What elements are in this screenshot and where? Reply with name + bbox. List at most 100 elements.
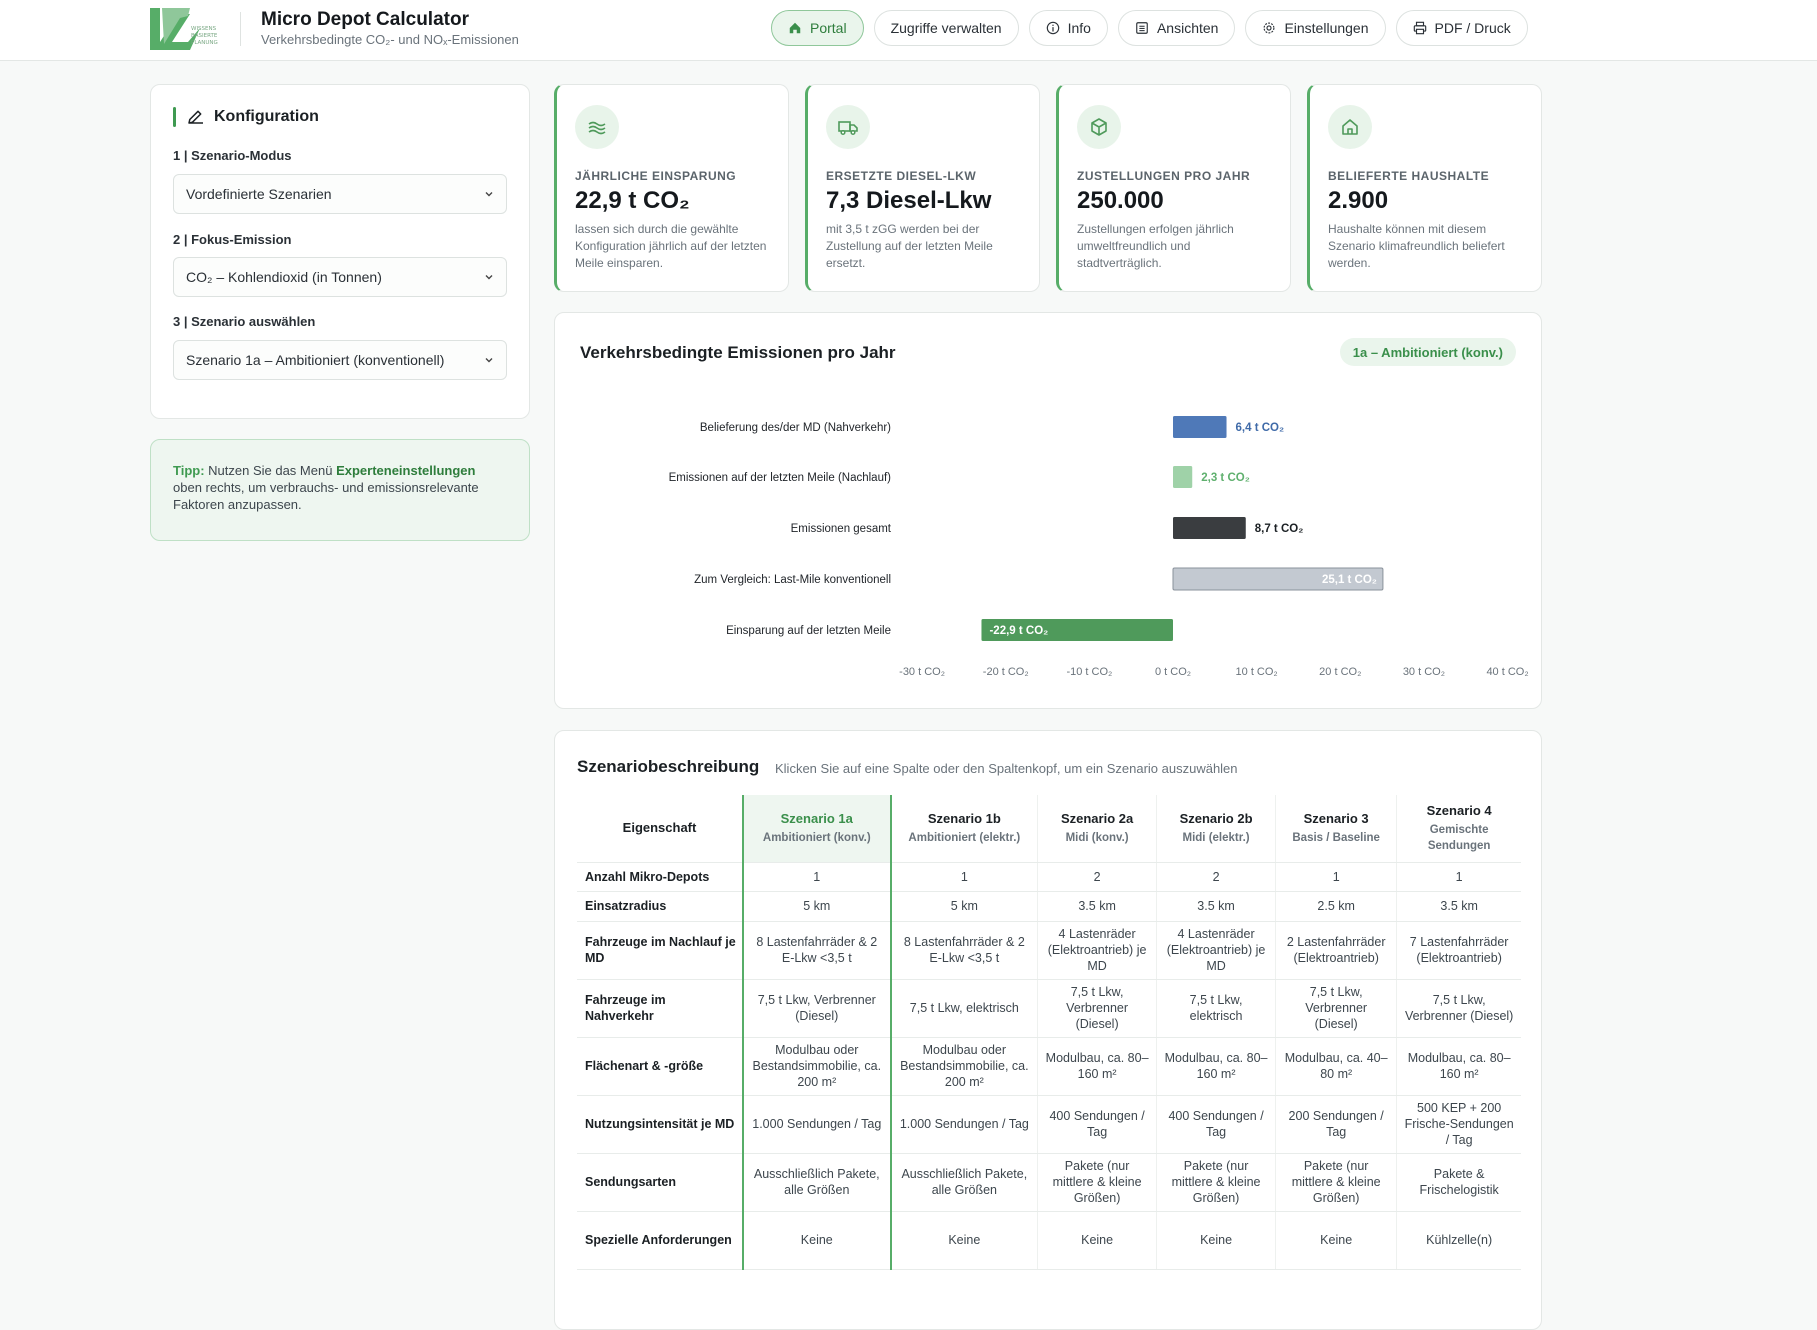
x-tick-label: 10 t CO₂ [1236,666,1278,678]
bar[interactable] [1173,466,1193,488]
scenario-cell[interactable]: 2 Lastenfahrräder (Elektroantrieb) [1275,921,1398,980]
scenario-cell[interactable]: Modulbau, ca. 80–160 m² [1156,1037,1277,1096]
scenario-column-header[interactable]: Szenario 2b Midi (elektr.) [1156,795,1277,863]
bar-value-label: -22,9 t CO₂ [989,625,1048,637]
nav-access-button[interactable]: Zugriffe verwalten [873,10,1019,46]
kpi-label: ZUSTELLUNGEN PRO JAHR [1077,169,1251,183]
x-tick-label: -30 t CO₂ [899,666,945,678]
nav-print-button[interactable]: PDF / Druck [1395,10,1528,46]
x-tick-label: -10 t CO₂ [1066,666,1112,678]
scenario-cell[interactable]: 4 Lastenräder (Elektroantrieb) je MD [1156,921,1277,980]
table-title: Szenariobeschreibung [577,757,760,776]
scenario-cell[interactable]: Keine [1275,1211,1398,1270]
scenario-cell[interactable]: 1 [742,862,892,892]
scenario-cell[interactable]: Modulbau, ca. 80–160 m² [1037,1037,1158,1096]
scenario-cell[interactable]: 7,5 t Lkw, Verbrenner (Diesel) [1275,979,1398,1038]
scenario-cell[interactable]: 7,5 t Lkw, Verbrenner (Diesel) [742,979,892,1038]
bar-value-label: 8,7 t CO₂ [1255,523,1304,535]
category-label: Einsparung auf der letzten Meile [726,625,891,637]
scenario-cell[interactable]: Keine [1156,1211,1277,1270]
bar[interactable] [1173,517,1246,539]
scenario-cell[interactable]: Modulbau, ca. 80–160 m² [1396,1037,1521,1096]
scenario-name: Szenario 1b [927,810,1001,826]
scenario-column-header[interactable]: Szenario 2a Midi (konv.) [1037,795,1158,863]
nav-views-button[interactable]: Ansichten [1117,10,1236,46]
scenario-cell[interactable]: 7,5 t Lkw, Verbrenner (Diesel) [1396,979,1521,1038]
scenario-cell[interactable]: 3.5 km [1037,891,1158,922]
bar-value-label: 2,3 t CO₂ [1201,472,1250,484]
scenario-cell[interactable]: 7 Lastenfahrräder (Elektroantrieb) [1396,921,1521,980]
scenario-cell[interactable]: 7,5 t Lkw, Verbrenner (Diesel) [1037,979,1158,1038]
table-row: Flächenart & -größe Modulbau oder Bestand… [577,1037,1521,1096]
x-tick-label: 30 t CO₂ [1403,666,1445,678]
scenario-select[interactable]: Szenario 1a – Ambitioniert (konventionel… [173,340,507,380]
scenario-cell[interactable]: Pakete (nur mittlere & kleine Größen) [1156,1153,1277,1212]
kpi-label: BELIEFERTE HAUSHALTE [1328,169,1490,183]
scenario-cell[interactable]: Pakete & Frischelogistik [1396,1153,1521,1212]
scenario-cell[interactable]: 2 [1037,862,1158,892]
scenario-column-header[interactable]: Szenario 1a Ambitioniert (konv.) [742,795,892,863]
scenario-cell[interactable]: 5 km [742,891,892,922]
scenario-cell[interactable]: Pakete (nur mittlere & kleine Größen) [1275,1153,1398,1212]
table-row: Fahrzeuge im Nahverkehr 7,5 t Lkw, Verbre… [577,979,1521,1038]
scenario-cell[interactable]: Kühlzelle(n) [1396,1211,1521,1270]
gear-icon [1263,22,1275,34]
scenario-mode-select[interactable]: Vordefinierte Szenarien [173,174,507,214]
scenario-cell[interactable]: 1 [1275,862,1398,892]
scenario-cell[interactable]: Keine [890,1211,1039,1270]
scenario-cell[interactable]: 5 km [890,891,1039,922]
scenario-cell[interactable]: 7,5 t Lkw, elektrisch [1156,979,1277,1038]
category-label: Belieferung des/der MD (Nahverkehr) [700,422,891,434]
scenario-mode-label: 1 | Szenario-Modus [173,148,292,163]
scenario-cell[interactable]: 400 Sendungen / Tag [1156,1095,1277,1154]
scenario-table: Eigenschaft Szenario 1a Ambitioniert (kon… [577,795,1521,1270]
box-icon [1077,105,1121,149]
nav-info-button[interactable]: Info [1028,10,1108,46]
expert-settings-link[interactable]: Experteneinstellungen [336,463,475,478]
pencil-icon [188,110,203,124]
kpi-value: 2.900 [1328,187,1389,214]
scenario-cell[interactable]: Pakete (nur mittlere & kleine Größen) [1037,1153,1158,1212]
nav-label: Zugriffe verwalten [890,20,1002,36]
scenario-cell[interactable]: 8 Lastenfahrräder & 2 E-Lkw <3,5 t [890,921,1039,980]
scenario-cell[interactable]: 2 [1156,862,1277,892]
scenario-name: Szenario 2a [1060,810,1134,826]
scenario-cell[interactable]: 2.5 km [1275,891,1398,922]
scenario-cell[interactable]: Modulbau oder Bestandsimmobilie, ca. 200… [742,1037,892,1096]
kpi-card-households: BELIEFERTE HAUSHALTE 2.900 Haushalte kön… [1307,84,1542,292]
scenario-cell[interactable]: Keine [1037,1211,1158,1270]
scenario-cell[interactable]: 1.000 Sendungen / Tag [742,1095,892,1154]
nav-settings-button[interactable]: Einstellungen [1245,10,1386,46]
scenario-cell[interactable]: 200 Sendungen / Tag [1275,1095,1398,1154]
scenario-cell[interactable]: 500 KEP + 200 Frische-Sendungen / Tag [1396,1095,1521,1154]
scenario-cell[interactable]: Modulbau oder Bestandsimmobilie, ca. 200… [890,1037,1039,1096]
header-divider [240,12,241,46]
bar[interactable] [1173,416,1227,438]
scenario-name: Szenario 4 [1426,802,1492,818]
scenario-cell[interactable]: 3.5 km [1156,891,1277,922]
scenario-cell[interactable]: Ausschließlich Pakete, alle Größen [742,1153,892,1212]
logo[interactable]: WISSENS BASIERTE PLANUNG [150,8,223,50]
scenario-cell[interactable]: Keine [742,1211,892,1270]
house-icon [1328,105,1372,149]
scenario-cell[interactable]: 400 Sendungen / Tag [1037,1095,1158,1154]
property-header: Eigenschaft [577,795,744,863]
scenario-cell[interactable]: 8 Lastenfahrräder & 2 E-Lkw <3,5 t [742,921,892,980]
scenario-column-header[interactable]: Szenario 4 Gemischte Sendungen [1396,795,1521,863]
scenario-column-header[interactable]: Szenario 1b Ambitioniert (elektr.) [890,795,1039,863]
scenario-cell[interactable]: Ausschließlich Pakete, alle Größen [890,1153,1039,1212]
kpi-description: Zustellungen erfolgen jährlich umweltfre… [1077,222,1234,270]
focus-emission-select[interactable]: CO₂ – Kohlendioxid (in Tonnen) [173,257,507,297]
scenario-cell[interactable]: 3.5 km [1396,891,1521,922]
kpi-label: JÄHRLICHE EINSPARUNG [575,169,737,183]
scenario-cell[interactable]: 1 [890,862,1039,892]
property-cell: Fahrzeuge im Nahverkehr [577,979,744,1038]
scenario-cell[interactable]: 4 Lastenräder (Elektroantrieb) je MD [1037,921,1158,980]
scenario-cell[interactable]: 1 [1396,862,1521,892]
scenario-cell[interactable]: 1.000 Sendungen / Tag [890,1095,1039,1154]
scenario-cell[interactable]: 7,5 t Lkw, elektrisch [890,979,1039,1038]
scenario-cell[interactable]: Modulbau, ca. 40–80 m² [1275,1037,1398,1096]
nav-portal-button[interactable]: Portal [771,10,864,46]
scenario-column-header[interactable]: Szenario 3 Basis / Baseline [1275,795,1398,863]
emissions-chart: Belieferung des/der MD (Nahverkehr) 6,4 t… [669,416,1529,678]
